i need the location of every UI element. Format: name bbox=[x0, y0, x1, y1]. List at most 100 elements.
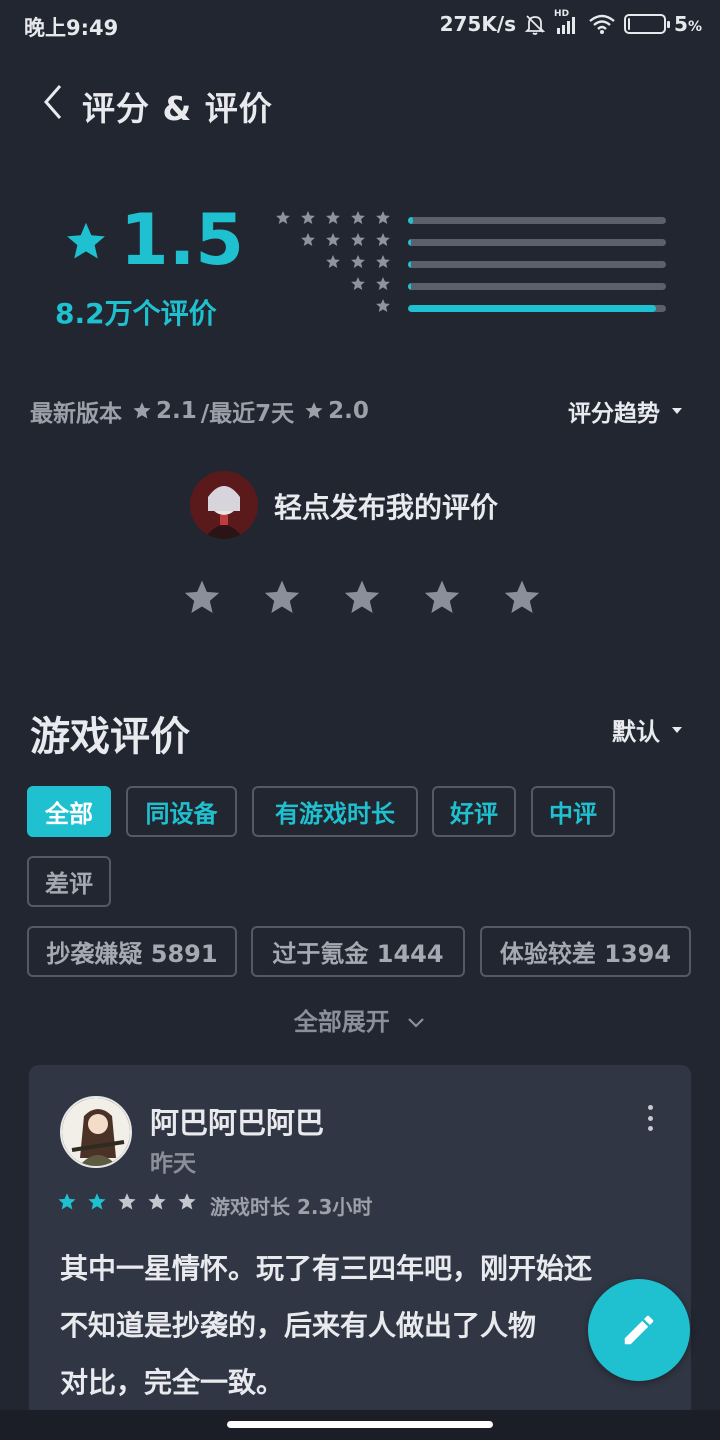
small-star-icon bbox=[276, 211, 290, 224]
review-star-icon bbox=[178, 1193, 196, 1210]
distribution-bar-fill bbox=[408, 217, 414, 224]
filter-negative[interactable]: 差评 bbox=[27, 856, 111, 907]
small-star-icon bbox=[326, 211, 340, 224]
small-star-icon bbox=[133, 402, 151, 419]
tag-plagiarism[interactable]: 抄袭嫌疑 5891 bbox=[27, 926, 237, 977]
review-star-icon bbox=[58, 1193, 76, 1210]
sort-label: 默认 bbox=[612, 718, 660, 746]
distribution-row-4 bbox=[0, 232, 720, 254]
filter-all[interactable]: 全部 bbox=[27, 786, 111, 837]
tag-pay-to-win[interactable]: 过于氪金 1444 bbox=[251, 926, 465, 977]
write-review-button[interactable] bbox=[588, 1279, 690, 1381]
net-speed: 275K/s bbox=[439, 12, 517, 36]
small-star-icon bbox=[376, 299, 390, 312]
rating-trend-label: 评分趋势 bbox=[568, 401, 660, 427]
caret-down-icon bbox=[672, 726, 682, 733]
status-icons: 275K/s HD 5% bbox=[439, 9, 702, 36]
distribution-bar-fill bbox=[408, 283, 411, 290]
review-date: 昨天 bbox=[150, 1151, 196, 1177]
chevron-down-icon bbox=[408, 1018, 424, 1028]
distribution-stars bbox=[275, 210, 391, 232]
back-button[interactable] bbox=[36, 80, 76, 124]
filter-same-device[interactable]: 同设备 bbox=[126, 786, 237, 837]
section-title: 游戏评价 bbox=[30, 714, 190, 760]
battery-percent: 5% bbox=[674, 12, 702, 36]
status-time: 晚上9:49 bbox=[24, 16, 119, 40]
small-star-icon bbox=[351, 255, 365, 268]
home-indicator[interactable] bbox=[227, 1421, 493, 1428]
rate-star-icon[interactable] bbox=[422, 578, 462, 618]
small-star-icon bbox=[326, 233, 340, 246]
battery-level bbox=[628, 18, 631, 30]
distribution-stars bbox=[375, 298, 391, 320]
recent-label: /最近7天 bbox=[200, 401, 295, 427]
recent-score: 2.0 bbox=[328, 398, 369, 424]
reviewer-name[interactable]: 阿巴阿巴阿巴 bbox=[150, 1100, 324, 1142]
small-star-icon bbox=[376, 277, 390, 290]
expand-all-button[interactable]: 全部展开 bbox=[0, 1002, 720, 1037]
version-rating-line: 最新版本 2.1 /最近7天 2.0 bbox=[30, 394, 369, 428]
small-star-icon bbox=[301, 233, 315, 246]
filter-neutral[interactable]: 中评 bbox=[531, 786, 615, 837]
review-star-icon bbox=[88, 1193, 106, 1210]
user-avatar[interactable] bbox=[190, 471, 258, 539]
distribution-bar bbox=[408, 283, 666, 290]
distribution-bar-fill bbox=[408, 261, 411, 268]
review-text-line: 其中一星情怀。玩了有三四年吧，刚开始还 bbox=[60, 1252, 593, 1285]
distribution-bar bbox=[408, 261, 666, 268]
pencil-icon bbox=[624, 1315, 654, 1345]
distribution-bar-fill bbox=[408, 239, 411, 246]
wifi-icon bbox=[589, 14, 615, 34]
review-rating-stars bbox=[57, 1192, 197, 1212]
distribution-bar bbox=[408, 305, 666, 312]
chevron-left-icon bbox=[44, 85, 62, 119]
filter-positive[interactable]: 好评 bbox=[432, 786, 516, 837]
review-star-icon bbox=[118, 1193, 136, 1210]
distribution-bar-fill bbox=[408, 305, 656, 312]
distribution-row-1 bbox=[0, 298, 720, 320]
small-star-icon bbox=[351, 211, 365, 224]
signal-icon: HD bbox=[554, 9, 580, 35]
latest-version-label: 最新版本 bbox=[30, 401, 122, 427]
rate-stars bbox=[182, 578, 542, 618]
rate-star-icon[interactable] bbox=[502, 578, 542, 618]
small-star-icon bbox=[326, 255, 340, 268]
filter-has-playtime[interactable]: 有游戏时长 bbox=[252, 786, 418, 837]
rating-trend-dropdown[interactable]: 评分趋势 bbox=[568, 394, 682, 428]
battery-icon bbox=[624, 14, 671, 34]
reviewer-avatar[interactable] bbox=[60, 1096, 132, 1168]
review-text: 其中一星情怀。玩了有三四年吧，刚开始还 不知道是抄袭的，后来有人做出了人物 对比… bbox=[60, 1240, 670, 1411]
battery-unit: % bbox=[687, 19, 702, 35]
small-star-icon bbox=[351, 233, 365, 246]
small-star-icon bbox=[376, 255, 390, 268]
page-title: 评分 & 评价 bbox=[82, 89, 273, 128]
review-star-icon bbox=[148, 1193, 166, 1210]
rate-star-icon[interactable] bbox=[262, 578, 302, 618]
post-review-prompt[interactable]: 轻点发布我的评价 bbox=[274, 486, 498, 526]
more-options-icon[interactable] bbox=[640, 1103, 660, 1133]
latest-version-score: 2.1 bbox=[156, 398, 197, 424]
small-star-icon bbox=[376, 233, 390, 246]
caret-down-icon bbox=[672, 408, 682, 414]
distribution-row-2 bbox=[0, 276, 720, 298]
rate-star-icon[interactable] bbox=[342, 578, 382, 618]
review-text-line: 不知道是抄袭的，后来有人做出了人物 bbox=[60, 1309, 537, 1342]
review-playtime: 游戏时长 2.3小时 bbox=[210, 1195, 373, 1219]
sort-dropdown[interactable]: 默认 bbox=[612, 712, 682, 747]
mute-bell-icon bbox=[524, 15, 546, 35]
expand-all-label: 全部展开 bbox=[293, 1008, 390, 1036]
rate-star-icon[interactable] bbox=[182, 578, 222, 618]
distribution-bar bbox=[408, 239, 666, 246]
distribution-stars bbox=[300, 232, 391, 254]
distribution-row-3 bbox=[0, 254, 720, 276]
distribution-stars bbox=[350, 276, 391, 298]
small-star-icon bbox=[376, 211, 390, 224]
small-star-icon bbox=[351, 277, 365, 290]
tag-poor-experience[interactable]: 体验较差 1394 bbox=[480, 926, 691, 977]
distribution-bar bbox=[408, 217, 666, 224]
distribution-stars bbox=[325, 254, 391, 276]
small-star-icon bbox=[301, 211, 315, 224]
small-star-icon bbox=[305, 402, 323, 419]
distribution-row-5 bbox=[0, 210, 720, 232]
review-text-line: 对比，完全一致。 bbox=[60, 1366, 285, 1399]
